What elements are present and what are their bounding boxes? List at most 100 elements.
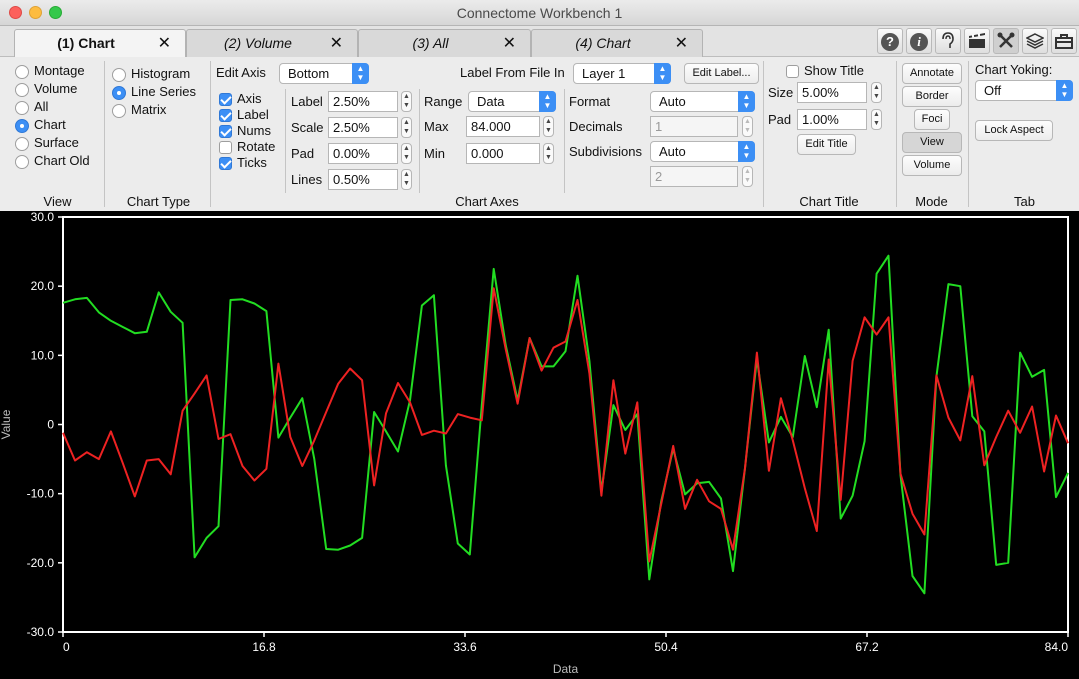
movie-icon[interactable] [964,28,990,54]
tab-4-chart[interactable]: (4) Chart ✕ [531,29,703,57]
radio-button[interactable] [15,64,29,79]
chart-viewport[interactable]: 30.0 20.0 10.0 0 -10.0 -20.0 -30.0 0 16.8 33.6 50.… [0,211,1079,679]
tab-close-icon[interactable]: ✕ [675,30,688,57]
radio-button[interactable] [15,100,29,115]
separator [564,89,565,193]
max-field[interactable]: 84.000 [466,116,540,137]
tab-label: (1) Chart [57,35,115,51]
tab-label: (3) All [412,35,449,51]
y-tick-label: 0 [47,418,54,432]
tab-close-icon[interactable]: ✕ [330,30,343,57]
edit-title-button[interactable]: Edit Title [797,134,856,155]
label-from-file-select[interactable]: Layer 1 ▲ ▼ [573,63,671,84]
radio-button[interactable] [112,103,126,118]
help-icon[interactable]: ? [877,28,903,54]
label-size-stepper[interactable]: ▲ ▼ [401,91,412,112]
mode-volume-button[interactable]: Volume [902,155,962,176]
view-option-chart[interactable]: Chart [15,117,66,135]
x-axis-label: Data [553,662,579,676]
view-option-montage[interactable]: Montage [15,63,85,81]
toolbox-icon[interactable] [1051,28,1077,54]
info-icon[interactable]: i [906,28,932,54]
mode-annotate-button[interactable]: Annotate [902,63,962,84]
x-tick-label: 16.8 [252,640,276,654]
view-option-all[interactable]: All [15,99,48,117]
view-option-volume[interactable]: Volume [15,81,77,99]
tab-3-all[interactable]: (3) All ✕ [358,29,531,57]
decimals-field[interactable]: 1 [650,116,738,137]
x-tick-label: 50.4 [654,640,678,654]
view-option-surface[interactable]: Surface [15,135,79,153]
title-pad-field[interactable]: 1.00% [797,109,867,130]
mode-group-label: Mode [915,194,948,209]
lines-field[interactable]: 0.50% [328,169,398,190]
show-title-checkbox[interactable]: Show Title [786,63,864,81]
pad-field[interactable]: 0.00% [328,143,398,164]
chart-type-matrix[interactable]: Matrix [112,102,166,120]
format-select[interactable]: Auto ▲ ▼ [650,91,755,112]
mode-view-button[interactable]: View [902,132,962,153]
radio-button[interactable] [15,154,29,169]
ticks-checkbox[interactable]: Ticks [219,155,267,173]
radio-button-selected[interactable] [15,118,29,133]
max-stepper[interactable]: ▲ ▼ [543,116,554,137]
chart-type-line-series[interactable]: Line Series [112,84,196,102]
view-option-chart-old[interactable]: Chart Old [15,153,90,171]
y-tick-label: -10.0 [27,487,55,501]
chart-type-histogram[interactable]: Histogram [112,66,190,84]
checkbox-checked[interactable] [219,157,232,171]
title-pad-stepper[interactable]: ▲ ▼ [871,109,882,130]
radio-button[interactable] [15,82,29,97]
view-group-label: View [43,194,72,209]
checkbox[interactable] [219,141,232,155]
subdivisions-select[interactable]: Auto ▲ ▼ [650,141,755,162]
scale-field[interactable]: 2.50% [328,117,398,138]
subdivisions-count-stepper[interactable]: ▲ ▼ [742,166,753,187]
min-field[interactable]: 0.000 [466,143,540,164]
tab-1-chart[interactable]: (1) Chart ✕ [14,29,186,58]
title-size-field[interactable]: 5.00% [797,82,867,103]
tab-2-volume[interactable]: (2) Volume ✕ [186,29,358,57]
y-tick-label: -20.0 [27,556,55,570]
radio-button[interactable] [112,67,126,82]
checkbox-checked[interactable] [219,125,232,139]
radio-button-selected[interactable] [112,85,126,100]
checkbox[interactable] [786,65,799,79]
x-tick-label: 67.2 [855,640,879,654]
window-titlebar: Connectome Workbench 1 [0,0,1079,26]
layers-icon[interactable] [1022,28,1048,54]
x-tick-label: 84.0 [1045,640,1069,654]
chart-yoking-select[interactable]: Off ▲ ▼ [975,80,1073,101]
select-arrows-icon: ▲ ▼ [654,63,671,84]
subdivisions-count-field[interactable]: 2 [650,166,738,187]
tools-icon[interactable] [993,28,1019,54]
pad-label: Pad [291,146,315,161]
decimals-stepper[interactable]: ▲ ▼ [742,116,753,137]
separator [419,89,420,193]
x-tick-label: 33.6 [453,640,477,654]
title-size-stepper[interactable]: ▲ ▼ [871,82,882,103]
lock-aspect-button[interactable]: Lock Aspect [975,120,1053,141]
mode-border-button[interactable]: Border [902,86,962,107]
y-tick-label: -30.0 [27,625,55,639]
edit-axis-select[interactable]: Bottom ▲ ▼ [279,63,369,84]
checkbox-checked[interactable] [219,109,232,123]
scale-label: Scale [291,120,324,135]
edit-label-button[interactable]: Edit Label... [684,63,759,84]
x-tick-label: 0 [63,640,70,654]
identify-icon[interactable] [935,28,961,54]
min-label: Min [424,146,445,161]
min-stepper[interactable]: ▲ ▼ [543,143,554,164]
scale-stepper[interactable]: ▲ ▼ [401,117,412,138]
tab-close-icon[interactable]: ✕ [503,30,516,57]
separator [763,61,764,207]
lines-stepper[interactable]: ▲ ▼ [401,169,412,190]
tab-close-icon[interactable]: ✕ [158,30,171,57]
separator [285,89,286,193]
label-size-field[interactable]: 2.50% [328,91,398,112]
checkbox-checked[interactable] [219,93,232,107]
pad-stepper[interactable]: ▲ ▼ [401,143,412,164]
mode-foci-button[interactable]: Foci [914,109,950,130]
range-select[interactable]: Data ▲ ▼ [468,91,556,112]
radio-button[interactable] [15,136,29,151]
